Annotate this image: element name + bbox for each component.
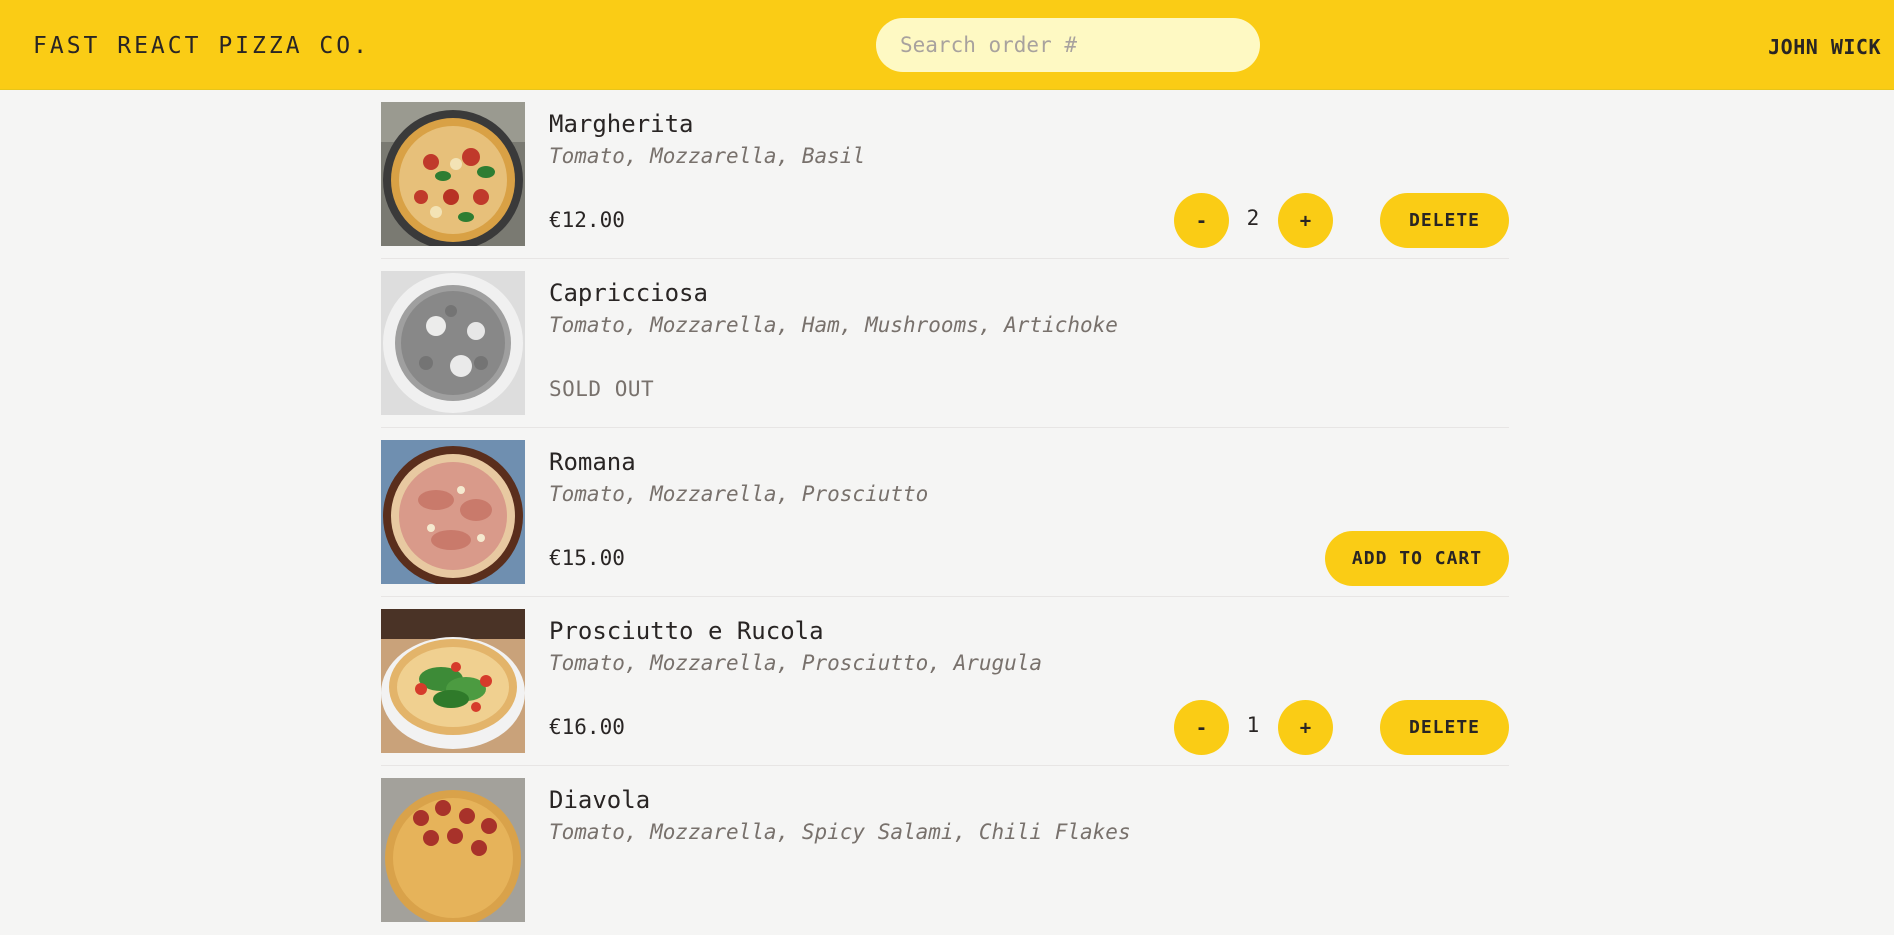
username: JOHN WICK	[1768, 35, 1881, 59]
item-quantity: 2	[1246, 206, 1260, 230]
app-logo[interactable]: FAST REACT PIZZA CO.	[33, 33, 370, 59]
pizza-name: Margherita	[549, 110, 694, 138]
pizza-name: Romana	[549, 448, 636, 476]
pizza-name: Prosciutto e Rucola	[549, 617, 824, 645]
sold-out-label: SOLD OUT	[549, 377, 655, 401]
add-to-cart-button[interactable]: ADD TO CART	[1325, 531, 1509, 586]
search-order-input[interactable]	[876, 18, 1260, 72]
menu-item: Margherita Tomato, Mozzarella, Basil €12…	[381, 90, 1509, 259]
delete-item-button[interactable]: DELETE	[1380, 193, 1509, 248]
menu-list: Margherita Tomato, Mozzarella, Basil €12…	[381, 90, 1509, 935]
delete-item-button[interactable]: DELETE	[1380, 700, 1509, 755]
pizza-name: Diavola	[549, 786, 651, 814]
pizza-ingredients: Tomato, Mozzarella, Prosciutto	[549, 482, 929, 506]
menu-item: Prosciutto e Rucola Tomato, Mozzarella, …	[381, 597, 1509, 766]
pizza-ingredients: Tomato, Mozzarella, Basil	[549, 144, 866, 168]
increase-quantity-button[interactable]: +	[1278, 700, 1333, 755]
pizza-price: €16.00	[549, 715, 625, 739]
menu-item: Diavola Tomato, Mozzarella, Spicy Salami…	[381, 766, 1509, 935]
pizza-romana-image	[381, 440, 525, 584]
increase-quantity-button[interactable]: +	[1278, 193, 1333, 248]
pizza-ingredients: Tomato, Mozzarella, Ham, Mushrooms, Arti…	[549, 313, 1118, 337]
pizza-price: €12.00	[549, 208, 625, 232]
decrease-quantity-button[interactable]: -	[1174, 700, 1229, 755]
pizza-capricciosa-image	[381, 271, 525, 415]
menu-item: Romana Tomato, Mozzarella, Prosciutto €1…	[381, 428, 1509, 597]
pizza-price: €15.00	[549, 546, 625, 570]
decrease-quantity-button[interactable]: -	[1174, 193, 1229, 248]
pizza-name: Capricciosa	[549, 279, 708, 307]
pizza-ingredients: Tomato, Mozzarella, Prosciutto, Arugula	[549, 651, 1043, 675]
menu-item: Capricciosa Tomato, Mozzarella, Ham, Mus…	[381, 259, 1509, 428]
pizza-margherita-image	[381, 102, 525, 246]
pizza-ingredients: Tomato, Mozzarella, Spicy Salami, Chili …	[549, 820, 1131, 844]
item-quantity: 1	[1246, 713, 1260, 737]
app-header: FAST REACT PIZZA CO. JOHN WICK	[0, 0, 1894, 90]
pizza-prosciutto-rucola-image	[381, 609, 525, 753]
pizza-diavola-image	[381, 778, 525, 922]
